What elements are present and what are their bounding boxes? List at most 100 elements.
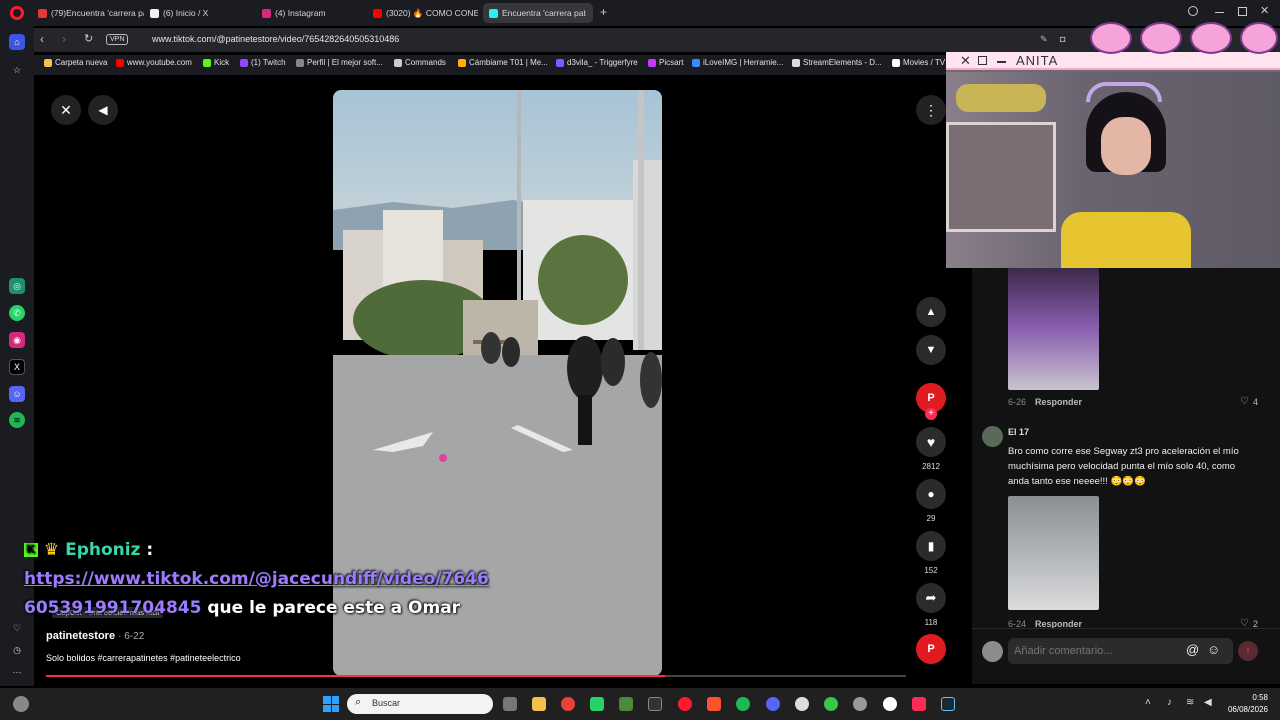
author-name[interactable]: patinetestore [46,630,115,642]
instagram-icon[interactable]: ◉ [9,332,25,348]
video-progress-bar[interactable] [46,675,906,677]
settings-gear-icon[interactable] [853,697,867,711]
close-window-button[interactable]: ✕ [1260,4,1269,17]
pig-face-icon [1190,22,1232,54]
app-icon[interactable] [648,697,662,711]
bookmark-triggerfyre[interactable]: d3vila_ - Triggerfyre [556,58,638,67]
heart-icon[interactable]: ♡ [9,620,25,636]
next-video-button[interactable]: ▼ [916,335,946,365]
post-date: · 6-22 [118,631,145,642]
bookmark-picsart[interactable]: Picsart [648,58,683,67]
current-user-avatar[interactable] [982,641,1003,662]
bookmark-perfil[interactable]: Perfil | El mejor soft... [296,58,383,67]
search-tabs-icon[interactable] [1188,6,1198,16]
bookmark-iloveimg[interactable]: iLoveIMG | Herramie... [692,58,783,67]
bookmark-youtube[interactable]: www.youtube.com [116,58,192,67]
comment-2-avatar[interactable] [982,426,1003,447]
prev-video-button[interactable]: ▲ [916,297,946,327]
whatsapp-icon[interactable]: ✆ [9,305,25,321]
bookmark-carpeta[interactable]: Carpeta nueva [44,58,107,67]
chat-link-line2[interactable]: 605391991704845 [24,598,201,618]
bookmark-streamelements[interactable]: StreamElements - D... [792,58,882,67]
clock-date[interactable]: 06/08/2026 [1220,705,1268,714]
bookmark-movies[interactable]: Movies / TV [892,58,945,67]
microphone-icon[interactable]: ♪ [1167,697,1172,708]
music-disc-icon[interactable]: P [916,634,946,664]
tab-5-active[interactable]: Encuentra 'carrera pat [483,3,593,23]
reload-button[interactable]: ↻ [84,32,93,45]
like-heart-icon[interactable]: ♥ [916,427,946,457]
spotify-icon[interactable] [736,697,750,711]
taskbar-search[interactable]: ⌕ Buscar [347,694,493,714]
chatgpt-icon[interactable] [883,697,897,711]
widgets-icon[interactable] [13,696,29,712]
maximize-button[interactable] [1238,7,1247,16]
comment-1-like-icon[interactable]: ♡ [1240,396,1249,407]
back-button[interactable]: ‹ [40,32,44,46]
x-icon[interactable]: X [9,359,25,375]
opera-logo-icon[interactable] [10,6,24,20]
tray-chevron-icon[interactable]: ˄ [1145,697,1151,708]
vpn-badge[interactable]: VPN [106,34,129,45]
history-icon[interactable]: ◷ [9,642,25,658]
start-button[interactable] [323,696,339,712]
opera-icon[interactable] [678,697,692,711]
bookmark-icon[interactable]: ▮ [916,531,946,561]
forward-button[interactable]: › [62,32,66,46]
chrome-icon[interactable] [561,697,575,711]
brave-icon[interactable] [707,697,721,711]
comment-image-2[interactable] [1008,496,1099,610]
share-icon[interactable]: ➦ [916,583,946,613]
chat-link-line1[interactable]: https://www.tiktok.com/@jacecundiff/vide… [24,565,489,594]
more-icon[interactable]: ⋯ [9,664,25,680]
chat-text: que le parece este a Omar [201,598,461,618]
comment-image-1[interactable] [1008,268,1099,390]
home-icon[interactable]: ⌂ [9,34,25,50]
url-field[interactable]: www.tiktok.com/@patinetestore/video/7654… [152,34,399,44]
clock-time[interactable]: 0:58 [1224,693,1268,702]
comment-1-reply[interactable]: Responder [1035,397,1082,407]
comment-2-user[interactable]: El 17 [1008,427,1029,437]
tab-1[interactable]: (79)Encuentra 'carrera pat [38,3,144,23]
bookmark-twitch[interactable]: (1) Twitch [240,58,286,67]
send-button[interactable]: ↑ [1238,641,1258,661]
minecraft-icon[interactable] [619,697,633,711]
follow-plus-icon[interactable]: + [925,408,937,420]
spotify-icon[interactable]: ≋ [9,412,25,428]
overlay-minimize-icon [997,61,1006,63]
comment-icon[interactable]: ● [916,479,946,509]
mention-icon[interactable]: @ [1186,642,1199,657]
chatgpt-icon[interactable]: ◎ [9,278,25,294]
task-view-icon[interactable] [503,697,517,711]
bookmark-kick[interactable]: Kick [203,58,229,67]
cambiame-icon [458,58,466,67]
edit-icon[interactable]: ✎ [1040,34,1048,45]
wifi-icon[interactable]: ≋ [1186,697,1194,708]
tab-4[interactable]: (3020) 🔥 COMO CONECT [373,3,478,23]
more-options-icon[interactable]: ⋮ [916,95,946,125]
steam-icon[interactable] [941,697,955,711]
minimize-button[interactable] [1215,12,1224,13]
file-explorer-icon[interactable] [532,697,546,711]
emoji-icon[interactable]: ☺ [1207,642,1220,657]
star-icon[interactable]: ☆ [9,62,25,78]
person [1061,92,1191,268]
obs-icon[interactable] [795,697,809,711]
app-green-icon[interactable] [824,697,838,711]
comment-input[interactable] [1014,641,1179,661]
bookmark-commands[interactable]: Commands [394,58,446,67]
discord-icon[interactable]: ☺ [9,386,25,402]
camera-icon[interactable]: ◘ [1060,34,1065,44]
tiktok-icon[interactable] [912,697,926,711]
volume-tray-icon[interactable]: ◀ [1204,697,1212,708]
tab-2[interactable]: (6) Inicio / X [150,3,254,23]
bookmark-cambiame[interactable]: Cámbiame T01 | Me... [458,58,548,67]
whatsapp-icon[interactable] [590,697,604,711]
streamelements-icon [792,58,800,67]
close-video-button[interactable]: ✕ [51,95,81,125]
save-count: 152 [924,566,938,575]
volume-icon[interactable]: ◀ [88,95,118,125]
new-tab-button[interactable]: + [600,5,607,19]
tab-3[interactable]: (4) Instagram [262,3,366,23]
discord-icon[interactable] [766,697,780,711]
